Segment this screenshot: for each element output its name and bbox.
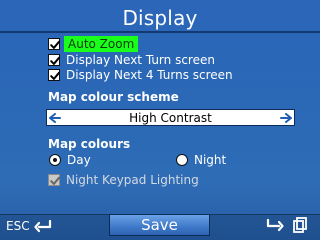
display-settings-screen: Display Auto Zoom Display Next Turn scre… — [0, 0, 320, 240]
day-option[interactable]: Day — [49, 153, 91, 167]
auto-zoom-option[interactable]: Auto Zoom — [48, 36, 139, 52]
auto-zoom-label: Auto Zoom — [64, 36, 139, 52]
checkmark-icon — [50, 40, 60, 49]
display-next-turn-label: Display Next Turn screen — [66, 53, 215, 67]
map-colour-scheme-selector[interactable]: High Contrast — [46, 109, 295, 126]
save-button[interactable]: Save — [109, 214, 210, 236]
auto-zoom-checkbox[interactable] — [48, 38, 60, 50]
esc-button[interactable]: ESC — [6, 219, 30, 233]
checkmark-icon — [50, 176, 60, 185]
display-next-turn-option[interactable]: Display Next Turn screen — [48, 52, 215, 68]
arrow-left-icon — [49, 112, 61, 123]
scheme-prev-button[interactable] — [47, 110, 63, 125]
night-keypad-lighting-label: Night Keypad Lighting — [66, 173, 199, 187]
night-keypad-lighting-option[interactable]: Night Keypad Lighting — [48, 172, 199, 188]
day-radio[interactable] — [49, 154, 61, 166]
night-option[interactable]: Night — [176, 153, 226, 167]
night-keypad-lighting-checkbox[interactable] — [48, 174, 60, 186]
display-next-turn-checkbox[interactable] — [48, 54, 60, 66]
map-colour-scheme-heading: Map colour scheme — [48, 90, 179, 104]
map-colour-scheme-value: High Contrast — [129, 110, 212, 125]
checkmark-icon — [50, 71, 60, 80]
title-divider — [0, 31, 320, 33]
arrow-right-icon — [280, 112, 292, 123]
return-arrow-icon[interactable] — [34, 219, 52, 233]
page-title: Display — [122, 6, 198, 30]
display-next-4-turns-option[interactable]: Display Next 4 Turns screen — [48, 67, 233, 83]
copy-icon[interactable] — [291, 216, 309, 234]
display-next-4-turns-label: Display Next 4 Turns screen — [66, 68, 233, 82]
checkmark-icon — [50, 56, 60, 65]
night-label: Night — [194, 153, 227, 167]
day-label: Day — [67, 153, 91, 167]
display-next-4-turns-checkbox[interactable] — [48, 69, 60, 81]
night-radio[interactable] — [176, 154, 188, 166]
scheme-next-button[interactable] — [278, 110, 294, 125]
map-colours-heading: Map colours — [48, 137, 131, 151]
forward-arrow-icon[interactable] — [266, 218, 284, 234]
